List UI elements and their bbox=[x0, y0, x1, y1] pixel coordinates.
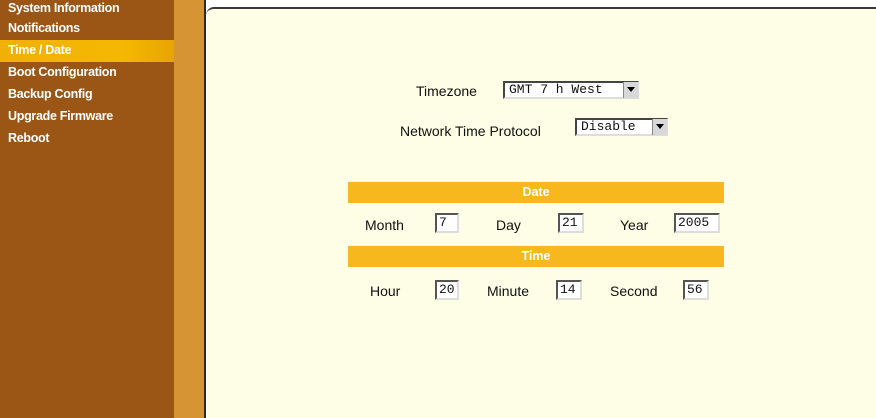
chevron-down-icon[interactable] bbox=[623, 82, 638, 98]
sidebar-item-notifications[interactable]: Notifications bbox=[0, 18, 174, 40]
date-section-header: Date bbox=[348, 182, 724, 203]
timezone-label: Timezone bbox=[416, 83, 477, 99]
timezone-select[interactable]: GMT 7 h West bbox=[503, 81, 639, 99]
second-input[interactable]: 56 bbox=[683, 280, 709, 300]
chevron-down-icon[interactable] bbox=[652, 119, 667, 135]
minute-input[interactable]: 14 bbox=[556, 280, 582, 300]
day-input[interactable]: 21 bbox=[558, 213, 584, 233]
sidebar-item-reboot[interactable]: Reboot bbox=[0, 128, 174, 150]
hour-label: Hour bbox=[370, 283, 401, 299]
timezone-value: GMT 7 h West bbox=[509, 82, 603, 97]
ntp-value: Disable bbox=[581, 119, 636, 134]
sidebar-nav: System Information Notifications Time / … bbox=[0, 0, 174, 418]
year-label: Year bbox=[620, 217, 649, 233]
sidebar-divider bbox=[174, 0, 204, 418]
day-label: Day bbox=[496, 217, 521, 233]
sidebar-item-upgrade-firmware[interactable]: Upgrade Firmware bbox=[0, 106, 174, 128]
sidebar-item-backup-config[interactable]: Backup Config bbox=[0, 84, 174, 106]
hour-input[interactable]: 20 bbox=[435, 280, 459, 300]
ntp-select[interactable]: Disable bbox=[575, 118, 668, 136]
sidebar-item-time-date[interactable]: Time / Date bbox=[0, 40, 174, 62]
month-input[interactable]: 7 bbox=[435, 213, 459, 233]
year-input[interactable]: 2005 bbox=[674, 213, 720, 233]
minute-label: Minute bbox=[487, 283, 530, 299]
second-label: Second bbox=[610, 283, 658, 299]
sidebar-item-boot-configuration[interactable]: Boot Configuration bbox=[0, 62, 174, 84]
month-label: Month bbox=[365, 217, 404, 233]
time-section-header: Time bbox=[348, 246, 724, 267]
time-date-panel: Timezone GMT 7 h West Network Time Proto… bbox=[206, 7, 876, 418]
ntp-label: Network Time Protocol bbox=[400, 123, 541, 139]
sidebar-item-system-information[interactable]: System Information bbox=[0, 2, 174, 18]
nav-list: System Information Notifications Time / … bbox=[0, 0, 174, 150]
